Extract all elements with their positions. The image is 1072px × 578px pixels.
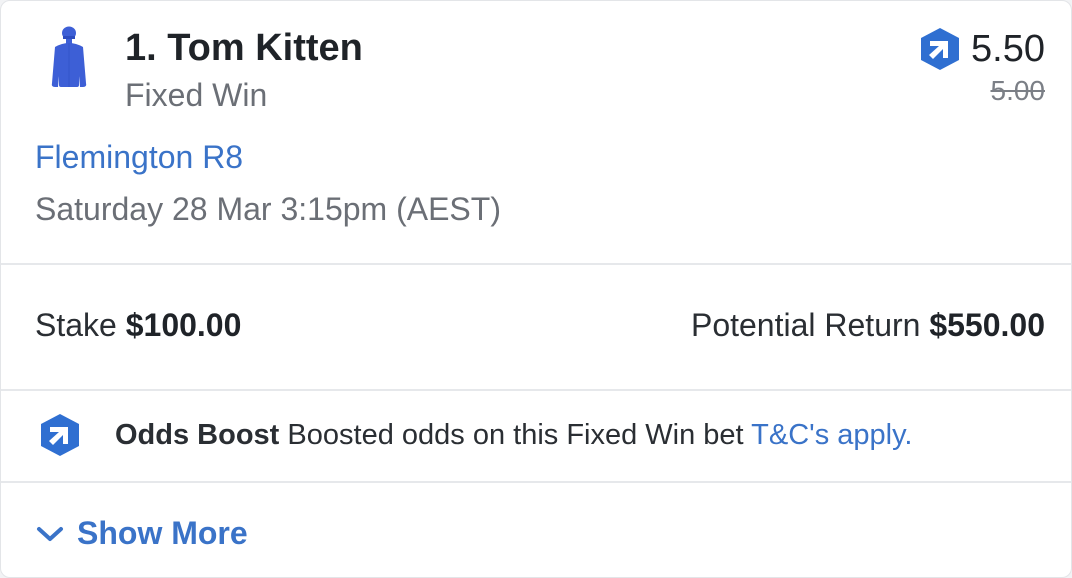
- show-more-label: Show More: [77, 515, 248, 551]
- jockey-silks-icon: [51, 26, 87, 87]
- odds-display: 5.50 5.00: [919, 27, 1045, 107]
- stake-amount: $100.00: [125, 307, 242, 343]
- chevron-down-icon: [37, 526, 63, 541]
- divider: [1, 481, 1071, 483]
- bet-type: Fixed Win: [125, 77, 268, 113]
- stake: Stake $100.00: [35, 307, 241, 344]
- race-meeting-link[interactable]: Flemington R8: [35, 139, 243, 176]
- odds-boost-icon: [921, 28, 960, 70]
- stake-label: Stake: [35, 307, 117, 343]
- boost-text: Odds Boost Boosted odds on this Fixed Wi…: [115, 419, 912, 452]
- show-more-button[interactable]: Show More: [35, 515, 248, 552]
- runner-name: 1. Tom Kitten: [125, 27, 363, 69]
- stake-return-row: Stake $100.00 Potential Return $550.00: [1, 265, 1071, 389]
- bet-summary: 1. Tom Kitten Fixed Win 5.50 5.00 Flemin…: [1, 1, 1071, 263]
- odds-boost-icon: [41, 414, 79, 456]
- bet-card: 1. Tom Kitten Fixed Win 5.50 5.00 Flemin…: [0, 0, 1072, 578]
- original-odds: 5.00: [990, 75, 1046, 106]
- potential-return: Potential Return $550.00: [691, 307, 1045, 344]
- race-time: Saturday 28 Mar 3:15pm (AEST): [35, 191, 501, 227]
- boosted-odds: 5.50: [971, 27, 1045, 70]
- odds-boost-notice: Odds Boost Boosted odds on this Fixed Wi…: [1, 391, 1071, 481]
- boost-title: Odds Boost: [115, 419, 280, 451]
- terms-link[interactable]: T&C's apply.: [751, 419, 912, 451]
- return-amount: $550.00: [929, 307, 1045, 343]
- boost-description: Boosted odds on this Fixed Win bet: [287, 419, 744, 451]
- return-label: Potential Return: [690, 307, 921, 343]
